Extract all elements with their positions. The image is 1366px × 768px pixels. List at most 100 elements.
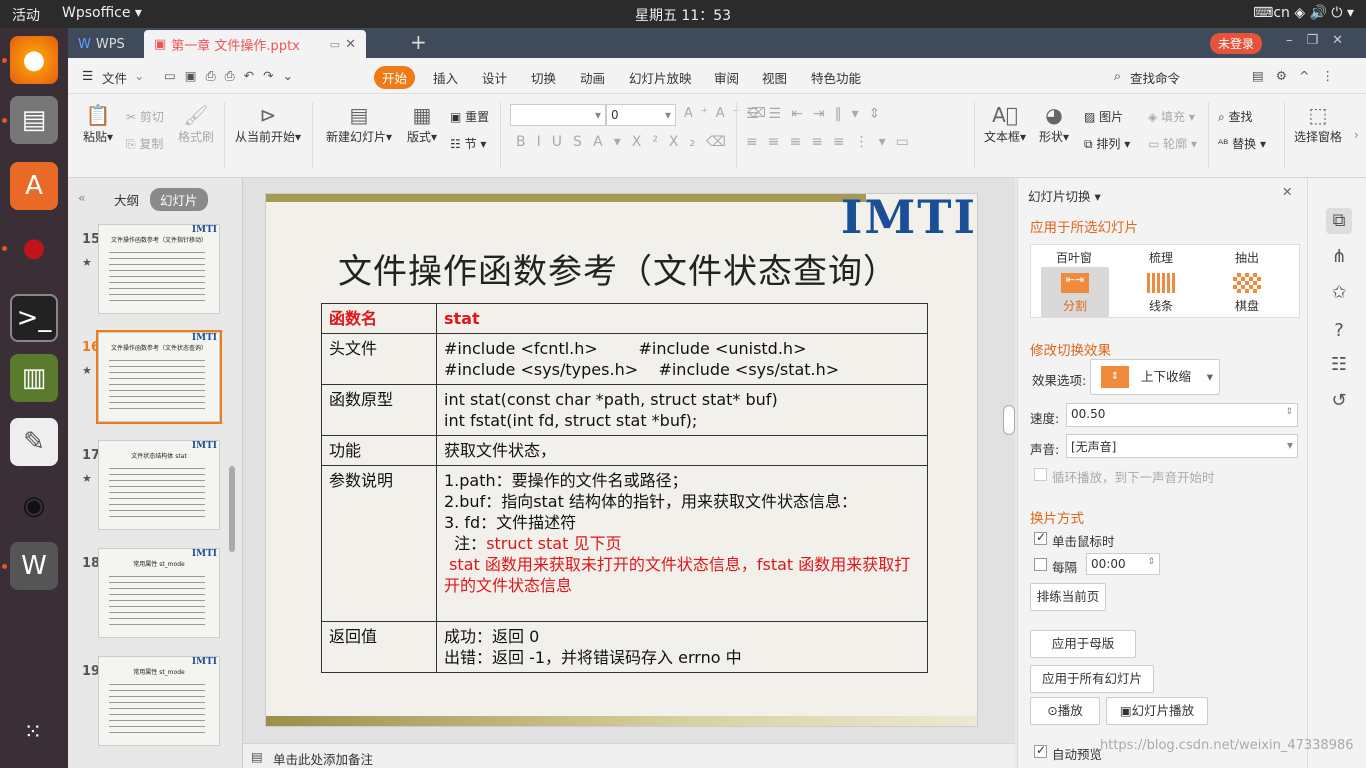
collapse-panel-icon[interactable]: «: [78, 190, 86, 205]
cherry-icon[interactable]: ●: [10, 224, 58, 272]
new-slide-button[interactable]: ▤ 新建幻灯片▾: [322, 102, 396, 145]
fill-button[interactable]: ◈ 填充 ▾: [1148, 108, 1195, 125]
on-click-checkbox[interactable]: [1034, 530, 1047, 545]
share-icon[interactable]: ⋔: [1326, 244, 1352, 270]
section-button[interactable]: ☷ 节 ▾: [450, 135, 486, 152]
panel-splitter-handle[interactable]: [1003, 405, 1015, 435]
selection-pane-button[interactable]: ⬚ 选择窗格: [1290, 102, 1346, 145]
text-editor-icon[interactable]: ✎: [10, 418, 58, 466]
slide-thumbnail[interactable]: 18 IMTI 常用属性 st_mode: [68, 548, 243, 648]
transition-comb[interactable]: 梳理: [1126, 249, 1196, 266]
search-command[interactable]: 查找命令: [1130, 68, 1180, 87]
history-icon[interactable]: ↺: [1326, 388, 1352, 414]
menu-start[interactable]: 开始: [374, 66, 416, 89]
transition-pane-icon[interactable]: ⧉: [1326, 208, 1352, 234]
play-from-current-button[interactable]: ⊳ 从当前开始▾: [232, 102, 304, 145]
font-name-select[interactable]: ▾: [510, 104, 606, 126]
menu-view[interactable]: 视图: [762, 68, 787, 87]
notes-placeholder[interactable]: 单击此处添加备注: [273, 749, 373, 768]
play-button[interactable]: ⊙播放: [1030, 697, 1100, 725]
slide[interactable]: IMTI 文件操作函数参考（文件状态查询） 函数名 stat 头文件 #incl…: [265, 193, 978, 727]
close-pane-icon[interactable]: ✕: [1282, 184, 1292, 199]
new-tab-button[interactable]: +: [410, 30, 427, 54]
tab-wps-home[interactable]: W WPS: [68, 30, 140, 58]
chevron-down-icon[interactable]: ⌄: [134, 68, 144, 83]
transition-split-selected[interactable]: ⇤⇥ 分割: [1041, 267, 1109, 317]
slide-title[interactable]: 文件操作函数参考（文件状态查询）: [338, 244, 898, 293]
show-apps-icon[interactable]: ⁙: [10, 708, 58, 756]
terminal-icon[interactable]: >_: [10, 294, 58, 342]
font-size-select[interactable]: 0 ▾: [606, 104, 676, 126]
system-indicators[interactable]: ⌨cn ◈ 🔊 ⏻ ▾: [1253, 5, 1354, 21]
transition-blinds[interactable]: 百叶窗: [1039, 249, 1109, 266]
every-time-input[interactable]: 00:00 ⇕: [1086, 553, 1160, 575]
menu-review[interactable]: 审阅: [714, 68, 739, 87]
transition-checkerboard[interactable]: 棋盘: [1212, 297, 1282, 314]
hamburger-icon[interactable]: ☰: [82, 68, 93, 83]
outline-button[interactable]: ▭ 轮廓 ▾: [1148, 135, 1197, 152]
slide-thumbnail[interactable]: 15 ★ IMTI 文件操作函数参考（文件指针移动）: [68, 224, 243, 324]
arrange-button[interactable]: ⧉ 排列 ▾: [1084, 135, 1130, 152]
spinner-icon[interactable]: ⇕: [1147, 557, 1155, 567]
every-checkbox[interactable]: [1034, 558, 1047, 571]
apply-master-button[interactable]: 应用于母版: [1030, 630, 1136, 658]
qq-icon[interactable]: ◉: [10, 482, 58, 530]
ribbon-scroll-right-icon[interactable]: ›: [1354, 128, 1359, 142]
loop-checkbox[interactable]: [1034, 468, 1047, 481]
files-icon[interactable]: ▤: [10, 96, 58, 144]
speed-input[interactable]: 00.50 ⇕: [1066, 403, 1298, 427]
shape-button[interactable]: ◕ 形状▾: [1036, 102, 1072, 145]
clock[interactable]: 星期五 11：53: [0, 5, 1366, 25]
menu-special[interactable]: 特色功能: [811, 68, 861, 87]
find-button[interactable]: ⌕ 查找: [1218, 108, 1253, 125]
slide-thumbnail-selected[interactable]: 16 ★ IMTI 文件操作函数参考（文件状态查询）: [68, 330, 243, 432]
reset-button[interactable]: ▣ 重置: [450, 108, 489, 125]
window-controls[interactable]: –❐✕: [1286, 33, 1357, 48]
transition-lines[interactable]: 线条: [1126, 297, 1196, 314]
tab-slides[interactable]: 幻灯片: [150, 188, 208, 211]
tab-outline[interactable]: 大纲: [114, 190, 139, 209]
firefox-icon[interactable]: ●: [10, 36, 58, 84]
ribbon-options-icons[interactable]: ▤⚙^⋮: [1252, 68, 1346, 83]
replace-button[interactable]: ᴬᴮ 替换 ▾: [1218, 135, 1266, 152]
notes-bar[interactable]: ▤ 单击此处添加备注: [243, 743, 1015, 768]
textbox-button[interactable]: A⃞ 文本框▾: [982, 102, 1028, 145]
animation-star-icon[interactable]: ✩: [1326, 280, 1352, 306]
rehearse-button[interactable]: 排练当前页: [1030, 583, 1106, 611]
menu-animation[interactable]: 动画: [580, 68, 605, 87]
menu-design[interactable]: 设计: [482, 68, 507, 87]
quick-access-icons[interactable]: ▭▣⎙⎙↶↷⌄: [164, 68, 302, 84]
slide-thumbnail[interactable]: 17 ★ IMTI 文件状态结构体 stat: [68, 440, 243, 540]
slides-panel-scrollbar[interactable]: [229, 466, 235, 552]
spinner-icon[interactable]: ⇕: [1285, 407, 1293, 417]
help-icon[interactable]: ?: [1326, 318, 1352, 344]
slide-thumbnail[interactable]: 19 IMTI 常用属性 st_mode: [68, 656, 243, 756]
paste-button[interactable]: 📋 粘贴▾: [78, 102, 118, 145]
search-icon[interactable]: ⌕: [1114, 68, 1121, 84]
apply-all-button[interactable]: 应用于所有幻灯片: [1030, 665, 1154, 693]
login-button[interactable]: 未登录: [1210, 33, 1263, 54]
transition-pull[interactable]: 抽出: [1212, 249, 1282, 266]
wps-icon[interactable]: W: [10, 542, 58, 590]
format-painter-button[interactable]: 🖌 格式刷: [176, 102, 216, 145]
copy-button[interactable]: ⎘ 复制: [126, 135, 163, 152]
auto-preview-checkbox[interactable]: [1034, 743, 1047, 758]
menu-file[interactable]: 文件: [102, 68, 127, 87]
software-center-icon[interactable]: A: [10, 162, 58, 210]
layout-button[interactable]: ▦ 版式▾: [402, 102, 442, 145]
alignment-icons[interactable]: ≡≡≡≡≡⋮▾▭: [746, 134, 919, 150]
tab-document[interactable]: ▣ 第一章 文件操作.pptx ▭ ✕: [144, 30, 366, 58]
pane-title[interactable]: 幻灯片切换 ▾: [1028, 186, 1101, 205]
text-format-icons[interactable]: BIUSA▾X²X₂⌫: [516, 134, 737, 150]
slideshow-button[interactable]: ▣幻灯片播放: [1106, 697, 1208, 725]
properties-icon[interactable]: ☷: [1326, 352, 1352, 378]
function-reference-table[interactable]: 函数名 stat 头文件 #include <fcntl.h> #include…: [321, 303, 928, 673]
menu-transition[interactable]: 切换: [531, 68, 556, 87]
sound-select[interactable]: [无声音] ▾: [1066, 434, 1298, 458]
picture-button[interactable]: ▨ 图片: [1084, 108, 1123, 125]
cut-button[interactable]: ✂ 剪切: [126, 108, 164, 125]
close-tab-icon[interactable]: ✕: [345, 37, 356, 52]
menu-slideshow[interactable]: 幻灯片放映: [629, 68, 692, 87]
book-icon[interactable]: ▥: [10, 354, 58, 402]
list-indent-icons[interactable]: ☰☰⇤⇥‖▾⇕: [746, 106, 890, 122]
